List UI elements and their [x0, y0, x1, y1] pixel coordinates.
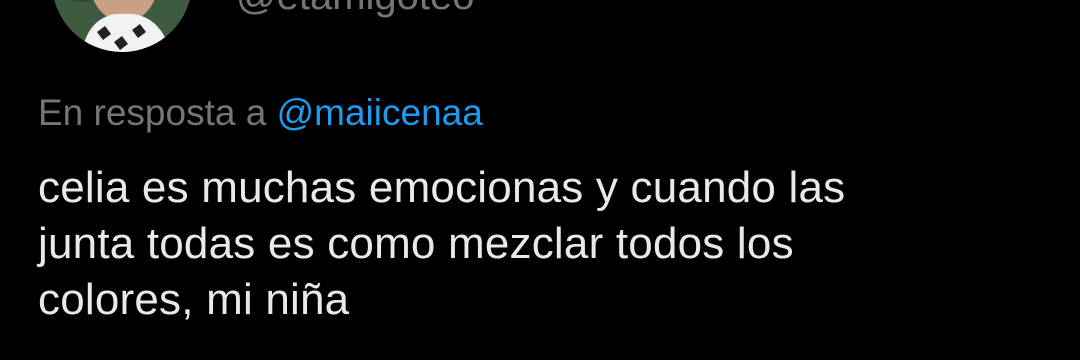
- reply-context: En resposta a @maiicenaa: [38, 90, 483, 136]
- reply-prefix: En resposta a: [38, 92, 267, 133]
- avatar[interactable]: [52, 0, 192, 52]
- tweet-text: celia es muchas emocionas y cuando las j…: [38, 160, 1058, 328]
- tweet-text-line: celia es muchas emocionas y cuando las: [38, 163, 846, 212]
- tweet-text-line: colores, mi niña: [38, 275, 350, 324]
- reply-mention-link[interactable]: @maiicenaa: [277, 92, 483, 133]
- avatar-image: [52, 0, 192, 52]
- author-handle[interactable]: @etamigoteo: [236, 0, 475, 20]
- tweet-text-line: junta todas es como mezclar todos los: [38, 219, 794, 268]
